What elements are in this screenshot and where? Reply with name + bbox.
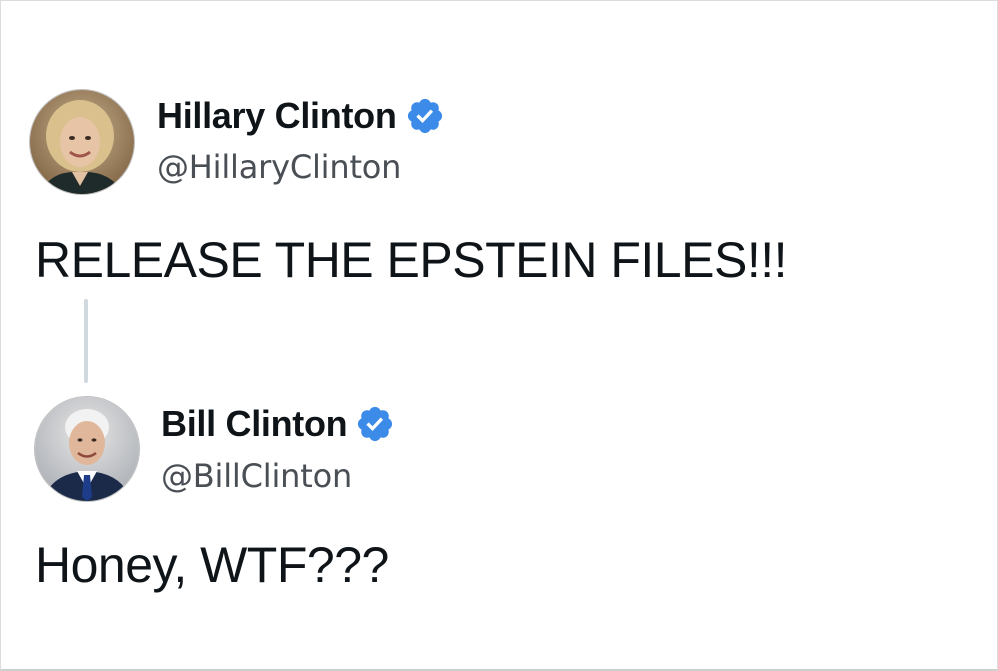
thread-connector-line (84, 299, 88, 383)
tweet-2[interactable]: Bill Clinton @BillClinton Honey, WTF??? (1, 381, 998, 661)
handle[interactable]: @HillaryClinton (157, 148, 401, 186)
display-name[interactable]: Hillary Clinton (157, 95, 397, 137)
name-row-bill: Bill Clinton (161, 403, 395, 445)
name-row-hillary: Hillary Clinton (157, 95, 445, 137)
avatar-hillary[interactable] (30, 90, 134, 194)
handle[interactable]: @BillClinton (161, 457, 352, 495)
tweet-text: Honey, WTF??? (35, 537, 389, 593)
tweet-text: RELEASE THE EPSTEIN FILES!!! (35, 232, 788, 288)
verified-badge-icon[interactable] (405, 96, 445, 136)
screenshot-frame: Hillary Clinton @HillaryClinton RELEASE … (0, 0, 998, 671)
avatar-hillary-image (30, 90, 134, 194)
tweet-1[interactable]: Hillary Clinton @HillaryClinton RELEASE … (1, 1, 998, 301)
avatar-bill-image (35, 397, 139, 501)
avatar-bill[interactable] (35, 397, 139, 501)
display-name[interactable]: Bill Clinton (161, 403, 348, 445)
verified-badge-icon[interactable] (355, 404, 395, 444)
